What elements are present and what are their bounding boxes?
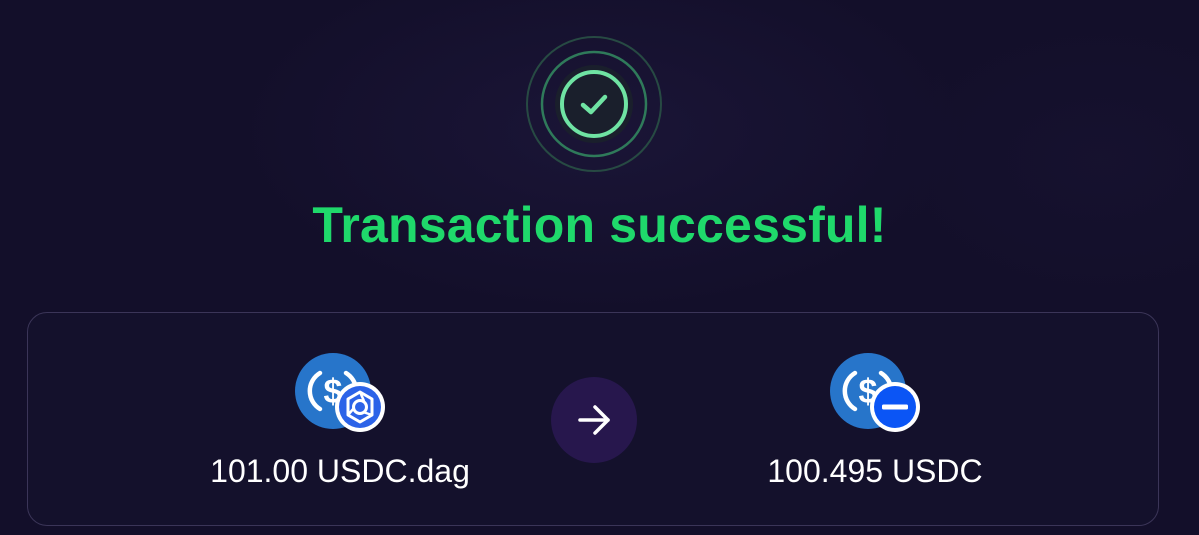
from-token: $ 101.00 USDC.dag	[140, 351, 540, 491]
success-badge	[525, 35, 663, 173]
arrow-right-icon	[578, 405, 610, 435]
to-token: $ 100.495 USDC	[675, 351, 1075, 491]
to-token-icon-group: $	[820, 351, 930, 432]
page-title: Transaction successful!	[312, 197, 887, 253]
to-amount: 100.495 USDC	[767, 453, 983, 489]
ethereum-network-icon	[870, 382, 920, 432]
check-circle-icon	[526, 36, 662, 172]
swap-direction-button	[551, 377, 637, 463]
from-token-icon-group: $	[285, 351, 395, 432]
from-amount: 101.00 USDC.dag	[210, 453, 470, 489]
swap-summary-card: $ 101.00 USDC.dag $ 100.495 USDC	[27, 312, 1159, 526]
constellation-dag-icon	[335, 382, 385, 432]
